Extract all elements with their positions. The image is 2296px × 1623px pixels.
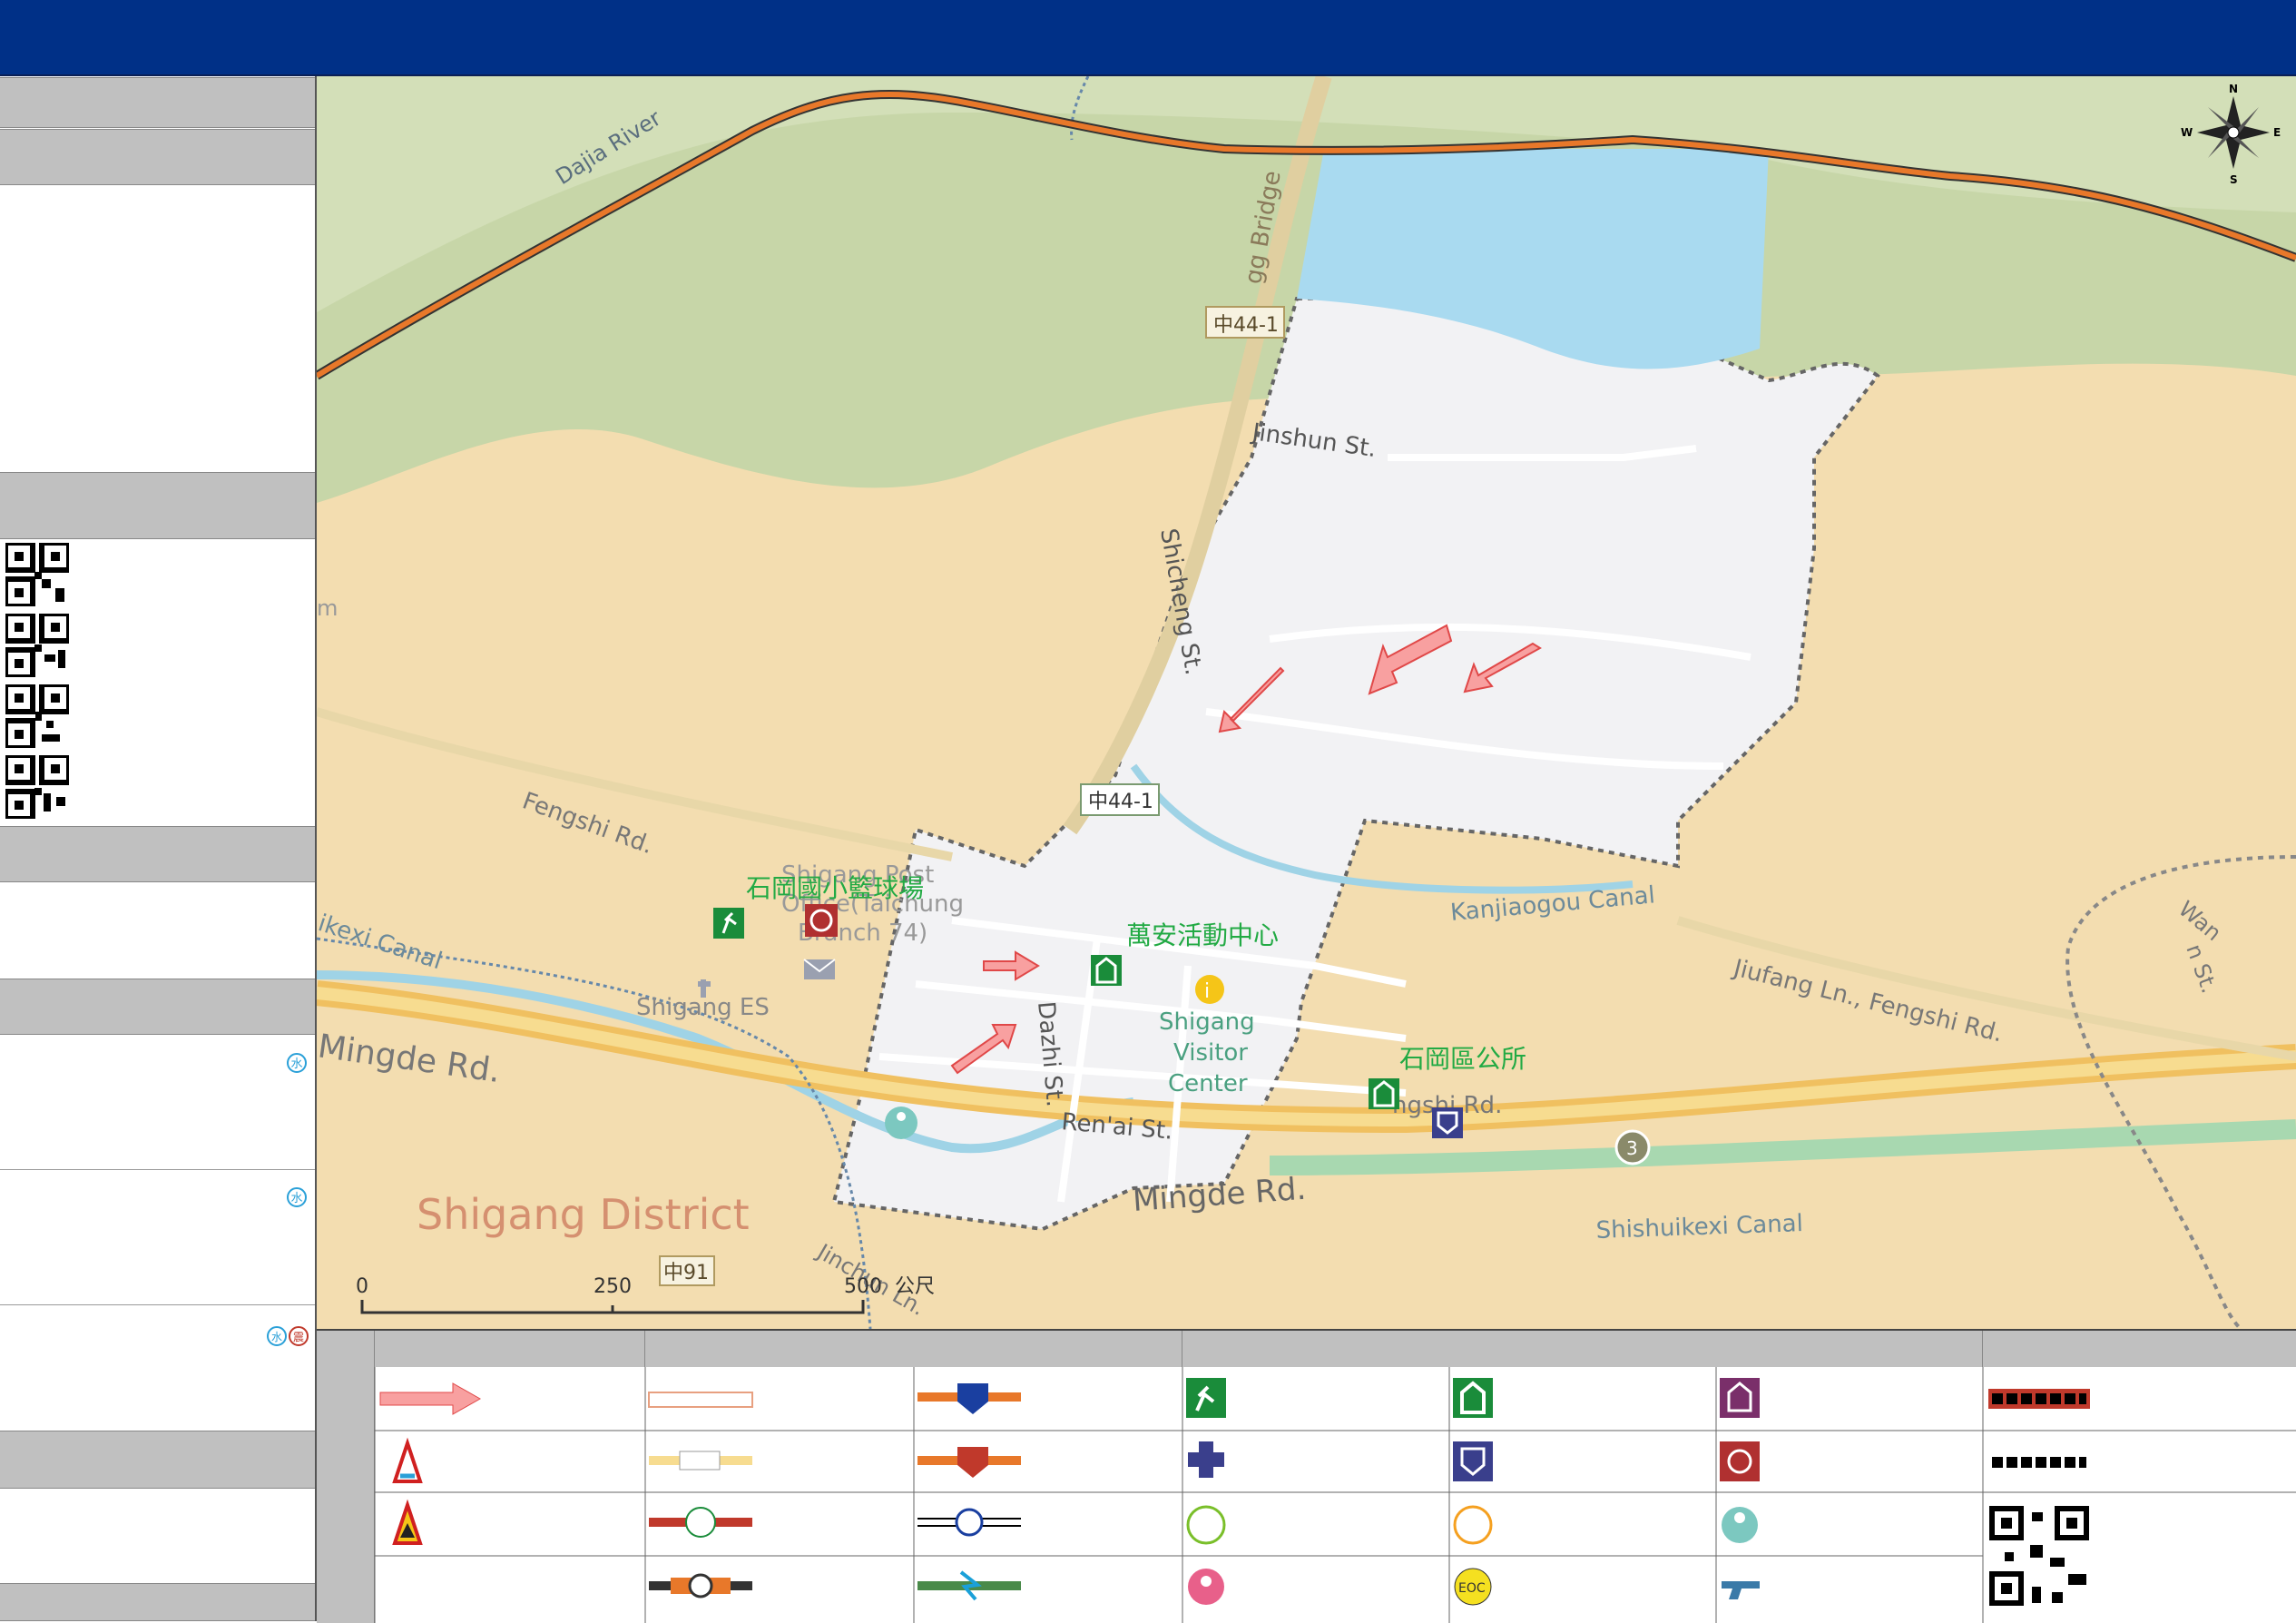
sidebar-header-1 [0,77,315,128]
label-shigang-es: Shigang ES [636,994,770,1021]
info-sidebar: 水 水 水 震 [0,76,317,1621]
legend-expressway-shield-icon [957,1447,988,1478]
legend-train-emblem-icon [955,1508,984,1537]
title-bar [0,0,2296,76]
shelter-outdoor-icon[interactable] [713,908,744,939]
sidebar-box-5 [0,1489,315,1583]
label-route-1: 中44-1 [1213,314,1279,337]
info-glyph: i [1204,980,1210,1003]
label-edge-m: m [317,595,338,621]
label-visitor-2: Visitor [1173,1039,1248,1067]
label-visitor-1: Shigang [1159,1008,1255,1036]
qr-code-4[interactable] [5,755,69,819]
water-icon: 水 [287,1187,307,1207]
sidebar-header-5 [0,1431,315,1489]
sidebar-header-4 [0,979,315,1035]
sidebar-header-2 [0,129,315,185]
sidebar-box-multi-hazard: 水 震 [0,1306,315,1430]
label-basketball-court: 石岡國小籃球場 [746,873,924,903]
legend-medical-star-icon [1188,1441,1224,1478]
legend-eoc-label: EOC [1458,1581,1486,1596]
legend-evac-arrow-icon [379,1382,482,1415]
earthquake-icon: 震 [289,1326,309,1346]
scale-tick-0: 0 [356,1275,368,1298]
person-head-icon [897,1112,906,1121]
label-district-office: 石岡區公所 [1399,1044,1526,1074]
legend-plum-shield-icon [685,1507,716,1538]
water-icon: 水 [287,1053,307,1073]
legend-road-local-icon [648,1392,753,1408]
sidebar-qr-box [0,539,315,819]
label-visitor-3: Center [1168,1070,1248,1097]
fire-station-icon[interactable] [805,904,838,937]
scale-tick-250: 250 [594,1275,632,1298]
map-canvas[interactable]: Dajia River gg Bridge Jinshun St. Shiche… [317,76,2296,1329]
qr-code-3[interactable] [5,684,69,748]
sidebar-box-3 [0,882,315,979]
qr-code-1[interactable] [5,543,69,606]
sidebar-header-3 [0,826,315,882]
sidebar-divider [0,1169,315,1170]
legend-hsr-bolt-icon [959,1570,982,1601]
water-icon: 水 [267,1326,287,1346]
compass-w: W [2181,126,2193,139]
label-highway: 3 [1626,1137,1638,1159]
legend-national-shield-icon [957,1383,988,1414]
label-route-91: 中91 [663,1262,709,1284]
sidebar-header-qr [0,472,315,539]
legend-disabled-care-icon [1186,1505,1226,1545]
label-wanan-center: 萬安活動中心 [1126,920,1279,950]
sidebar-box-water-1: 水 [0,1035,315,1167]
sidebar-header-6 [0,1583,315,1621]
compass-e: E [2273,126,2281,139]
legend-child-head-icon [1201,1576,1212,1587]
legend-rail-emblem-icon [688,1573,713,1598]
legend-elderly-care-icon [1453,1505,1493,1545]
sidebar-info-box [0,185,315,472]
scale-tick-500: 500 [844,1275,882,1298]
qr-code-2[interactable] [5,614,69,677]
legend-road-provincial-shield [679,1451,721,1471]
legend-grid: EOC [374,1367,2296,1623]
legend-helipad-icon [1722,1581,1760,1599]
label-shigang-district: Shigang District [417,1190,750,1239]
scale-unit: 公尺 [895,1275,935,1298]
evacuation-map[interactable]: Dajia River gg Bridge Jinshun St. Shiche… [317,76,2296,1329]
sidebar-divider [0,1304,315,1305]
care-facility-icon[interactable] [885,1107,917,1139]
sidebar-box-water-2: 水 [0,1171,315,1303]
compass-s: S [2230,173,2238,186]
map-legend: EOC [317,1329,2296,1623]
legend-fire-station-icon [1720,1441,1760,1481]
label-route-2: 中44-1 [1088,791,1153,813]
legend-qr-code[interactable] [1988,1505,2090,1607]
compass-n: N [2229,83,2238,95]
legend-welfare-head-icon [1734,1512,1745,1523]
